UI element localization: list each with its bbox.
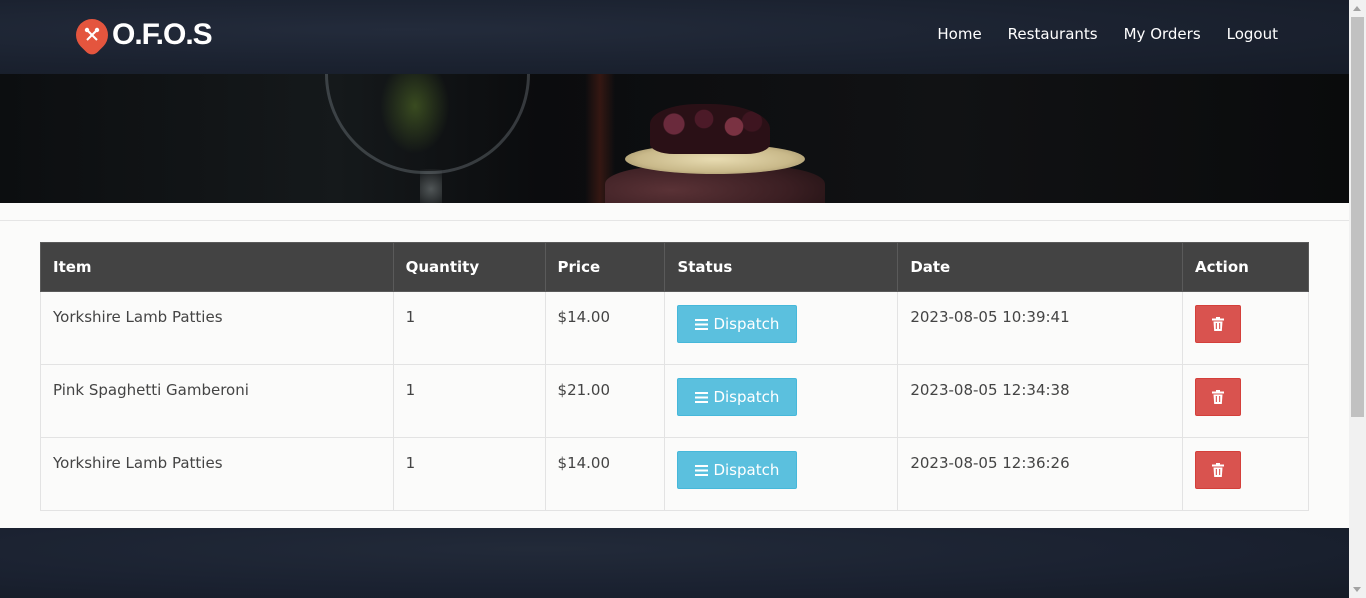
- nav-restaurants[interactable]: Restaurants: [1008, 24, 1098, 44]
- status-label: Dispatch: [713, 315, 780, 333]
- order-status-cell: Dispatch: [664, 364, 899, 438]
- order-item: Pink Spaghetti Gamberoni: [40, 364, 394, 438]
- footer: [0, 528, 1349, 598]
- column-header-quantity: Quantity: [392, 242, 546, 292]
- order-status-cell: Dispatch: [664, 437, 899, 511]
- trash-icon: [1212, 463, 1225, 477]
- order-price: $14.00: [544, 291, 666, 365]
- table-header-row: Item Quantity Price Status Date Action: [40, 242, 1309, 292]
- orders-section: Item Quantity Price Status Date Action Y…: [0, 203, 1349, 528]
- main-nav: Home Restaurants My Orders Logout: [911, 24, 1278, 44]
- delete-order-button[interactable]: [1195, 305, 1242, 343]
- divider: [0, 220, 1349, 221]
- column-header-item: Item: [40, 242, 394, 292]
- cake-berries: [650, 104, 770, 154]
- column-header-date: Date: [897, 242, 1184, 292]
- hero-glass-stem: [420, 169, 442, 203]
- order-status-cell: Dispatch: [664, 291, 899, 365]
- order-quantity: 1: [392, 437, 546, 511]
- trash-icon: [1212, 390, 1225, 404]
- menu-bars-icon: [695, 391, 709, 403]
- menu-bars-icon: [695, 318, 709, 330]
- order-date: 2023-08-05 12:34:38: [897, 364, 1184, 438]
- dispatch-status-button[interactable]: Dispatch: [677, 305, 798, 343]
- column-header-action: Action: [1182, 242, 1309, 292]
- hero-glass: [325, 74, 530, 174]
- hero-banner-image: [0, 74, 1349, 203]
- vertical-scrollbar[interactable]: [1349, 0, 1366, 598]
- order-date: 2023-08-05 10:39:41: [897, 291, 1184, 365]
- order-quantity: 1: [392, 364, 546, 438]
- status-label: Dispatch: [713, 388, 780, 406]
- order-action-cell: [1182, 291, 1309, 365]
- column-header-price: Price: [544, 242, 666, 292]
- navbar: O.F.O.S Home Restaurants My Orders Logou…: [0, 0, 1349, 74]
- hero-cake: [605, 104, 830, 203]
- orders-table: Item Quantity Price Status Date Action Y…: [40, 242, 1309, 511]
- order-price: $14.00: [544, 437, 666, 511]
- table-row: Yorkshire Lamb Patties 1 $14.00 Dispatch…: [40, 291, 1309, 365]
- scroll-down-arrow-icon[interactable]: [1353, 587, 1361, 592]
- status-label: Dispatch: [713, 461, 780, 479]
- table-row: Pink Spaghetti Gamberoni 1 $21.00 Dispat…: [40, 364, 1309, 438]
- nav-home[interactable]: Home: [937, 24, 981, 44]
- scrollbar-thumb[interactable]: [1351, 17, 1364, 417]
- order-action-cell: [1182, 364, 1309, 438]
- order-quantity: 1: [392, 291, 546, 365]
- delete-order-button[interactable]: [1195, 378, 1242, 416]
- order-price: $21.00: [544, 364, 666, 438]
- dispatch-status-button[interactable]: Dispatch: [677, 451, 798, 489]
- brand-name: O.F.O.S: [112, 18, 213, 51]
- dispatch-status-button[interactable]: Dispatch: [677, 378, 798, 416]
- scroll-up-arrow-icon[interactable]: [1353, 6, 1361, 11]
- nav-logout[interactable]: Logout: [1227, 24, 1278, 44]
- brand-logo-link[interactable]: O.F.O.S: [69, 12, 213, 58]
- delete-order-button[interactable]: [1195, 451, 1242, 489]
- order-date: 2023-08-05 12:36:26: [897, 437, 1184, 511]
- order-action-cell: [1182, 437, 1309, 511]
- trash-icon: [1212, 317, 1225, 331]
- fork-knife-pin-icon: [69, 12, 115, 58]
- order-item: Yorkshire Lamb Patties: [40, 291, 394, 365]
- column-header-status: Status: [664, 242, 899, 292]
- nav-my-orders[interactable]: My Orders: [1124, 24, 1201, 44]
- menu-bars-icon: [695, 464, 709, 476]
- order-item: Yorkshire Lamb Patties: [40, 437, 394, 511]
- table-row: Yorkshire Lamb Patties 1 $14.00 Dispatch…: [40, 437, 1309, 511]
